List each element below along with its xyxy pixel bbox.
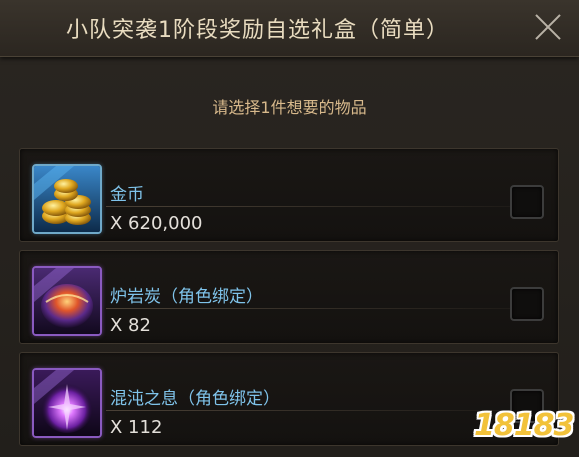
reward-item-lava-coal[interactable]: 炉岩炭（角色绑定） X 82 <box>19 250 559 344</box>
gold-coins-icon <box>32 164 102 234</box>
item-name: 混沌之息（角色绑定） <box>110 389 280 409</box>
chaos-breath-icon <box>32 368 102 438</box>
item-quantity: X 112 <box>110 417 163 438</box>
item-quantity: X 620,000 <box>110 213 203 234</box>
divider <box>106 410 532 411</box>
dialog-title: 小队突袭1阶段奖励自选礼盒（简单） <box>66 18 449 43</box>
lava-coal-icon <box>32 266 102 336</box>
reward-dialog: 小队突袭1阶段奖励自选礼盒（简单） 请选择1件想要的物品 金币 X 620,00… <box>0 0 579 457</box>
item-name: 金币 <box>110 185 144 205</box>
select-checkbox[interactable] <box>510 185 544 219</box>
reward-item-gold[interactable]: 金币 X 620,000 <box>19 148 559 242</box>
select-checkbox[interactable] <box>510 287 544 321</box>
divider <box>106 308 532 309</box>
item-quantity: X 82 <box>110 315 151 336</box>
divider <box>106 206 532 207</box>
dialog-header: 小队突袭1阶段奖励自选礼盒（简单） <box>0 0 579 57</box>
dialog-subtitle: 请选择1件想要的物品 <box>212 98 367 117</box>
close-icon[interactable] <box>533 12 563 42</box>
watermark-logo: 18183 <box>474 408 574 443</box>
item-name: 炉岩炭（角色绑定） <box>110 287 263 307</box>
